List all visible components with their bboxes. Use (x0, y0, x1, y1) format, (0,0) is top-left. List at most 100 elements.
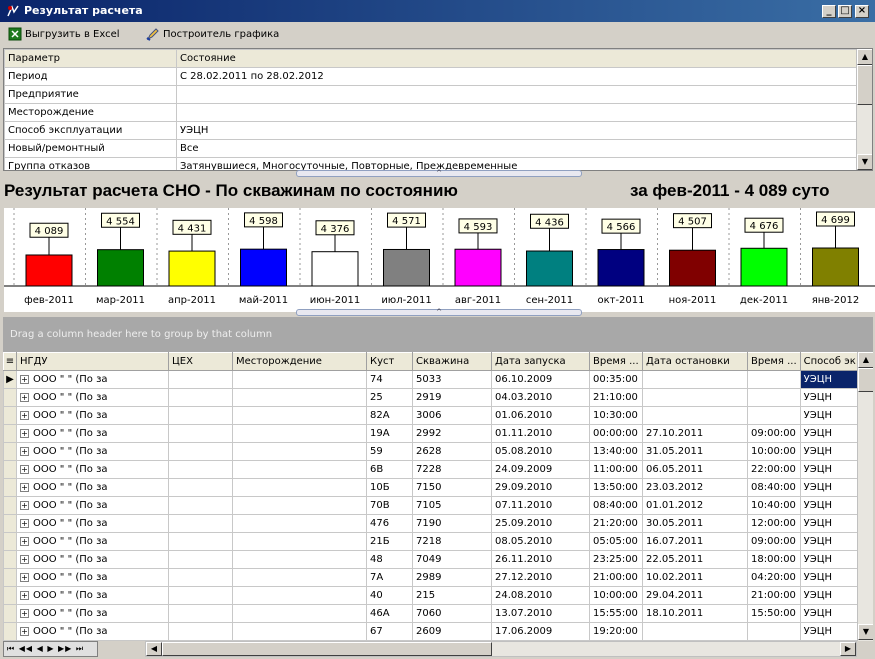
table-row[interactable]: + ООО " " (По за 19А 2992 01.11.2010 00:00:00… (3, 424, 860, 443)
chart-bar[interactable] (454, 248, 502, 287)
row-selector[interactable] (3, 388, 17, 407)
params-row[interactable]: Период С 28.02.2011 по 28.02.2012 (4, 67, 857, 86)
expand-row-icon[interactable]: + (20, 518, 29, 528)
row-selector-header-icon[interactable]: ≡ (3, 352, 17, 371)
grid-cell[interactable]: 07.11.2010 (491, 496, 590, 515)
grid-cell[interactable]: 09:00:00 (747, 532, 801, 551)
grid-cell[interactable] (168, 424, 233, 443)
scroll-right-arrow-icon[interactable]: ▶ (840, 642, 856, 656)
grid-cell[interactable]: 10:40:00 (747, 496, 801, 515)
grid-cell[interactable] (232, 496, 367, 515)
grid-cell[interactable]: 22:00:00 (747, 460, 801, 479)
table-row[interactable]: + ООО " " (По за 6В 7228 24.09.2009 11:00:00 0… (3, 460, 860, 479)
grid-cell[interactable]: 05.08.2010 (491, 442, 590, 461)
col-header[interactable]: Время ... (747, 352, 801, 371)
table-row[interactable]: ▶ + ООО " " (По за 74 5033 06.10.2009 00:35:00… (3, 370, 860, 389)
grid-cell[interactable]: 3006 (412, 406, 492, 425)
grid-cell[interactable]: + ООО " " (По за (16, 568, 169, 587)
table-row[interactable]: + ООО " " (По за 70В 7105 07.11.2010 08:40:00… (3, 496, 860, 515)
grid-cell[interactable]: 7049 (412, 550, 492, 569)
param-value[interactable]: С 28.02.2011 по 28.02.2012 (176, 67, 857, 86)
grid-cell[interactable] (168, 442, 233, 461)
grid-cell[interactable]: 00:35:00 (589, 370, 643, 389)
col-header[interactable]: Куст (366, 352, 413, 371)
grid-cell[interactable]: 01.06.2010 (491, 406, 590, 425)
grid-cell[interactable]: УЭЦН (799, 370, 860, 389)
grid-cell[interactable]: УЭЦН (799, 586, 860, 605)
grid-cell[interactable] (747, 370, 801, 389)
grid-cell[interactable]: + ООО " " (По за (16, 496, 169, 515)
grid-cell[interactable]: 70В (366, 496, 413, 515)
chart-bar[interactable] (669, 249, 716, 287)
table-row[interactable]: + ООО " " (По за 476 7190 25.09.2010 21:20:00… (3, 514, 860, 533)
row-selector[interactable] (3, 568, 17, 587)
chart-bar[interactable] (168, 250, 216, 287)
grid-cell[interactable]: 10:00:00 (589, 586, 643, 605)
grid-cell[interactable]: 23.03.2012 (642, 478, 748, 497)
grid-cell[interactable]: 16.07.2011 (642, 532, 748, 551)
grid-cell[interactable] (232, 568, 367, 587)
grid-cell[interactable]: 08:40:00 (589, 496, 643, 515)
grid-cell[interactable]: + ООО " " (По за (16, 550, 169, 569)
grid-cell[interactable] (168, 604, 233, 623)
table-row[interactable]: + ООО " " (По за 67 2609 17.06.2009 19:20:00 У… (3, 622, 860, 641)
grid-cell[interactable]: 18.10.2011 (642, 604, 748, 623)
grid-cell[interactable]: 476 (366, 514, 413, 533)
grid-cell[interactable] (168, 586, 233, 605)
grid-cell[interactable]: 82А (366, 406, 413, 425)
params-vscroll[interactable]: ▲ ▼ (856, 49, 872, 170)
grid-cell[interactable]: 7А (366, 568, 413, 587)
top-splitter-handle[interactable]: ^ (296, 170, 582, 177)
grid-cell[interactable]: 13.07.2010 (491, 604, 590, 623)
grid-cell[interactable]: 27.12.2010 (491, 568, 590, 587)
grid-cell[interactable]: 18:00:00 (747, 550, 801, 569)
chart-bar[interactable] (740, 247, 788, 287)
grid-cell[interactable] (168, 496, 233, 515)
grid-cell[interactable]: 30.05.2011 (642, 514, 748, 533)
grid-vscroll[interactable]: ▲ ▼ (857, 352, 873, 642)
grid-cell[interactable]: 19:20:00 (589, 622, 643, 641)
grid-cell[interactable]: 04:20:00 (747, 568, 801, 587)
grid-cell[interactable]: 2628 (412, 442, 492, 461)
grid-cell[interactable]: 31.05.2011 (642, 442, 748, 461)
table-row[interactable]: + ООО " " (По за 46А 7060 13.07.2010 15:55:00… (3, 604, 860, 623)
expand-row-icon[interactable]: + (20, 410, 29, 420)
grid-cell[interactable] (232, 388, 367, 407)
grid-hscroll[interactable]: ◀ ▶ (145, 641, 857, 657)
params-header-state[interactable]: Состояние (176, 49, 857, 68)
expand-row-icon[interactable]: + (20, 374, 29, 384)
chart-splitter-handle[interactable]: ^ (296, 309, 582, 316)
grid-cell[interactable]: УЭЦН (799, 442, 860, 461)
grid-cell[interactable]: 25 (366, 388, 413, 407)
grid-cell[interactable]: 7150 (412, 478, 492, 497)
grid-cell[interactable] (168, 370, 233, 389)
chart-builder-button[interactable]: Построитель графика (146, 27, 279, 41)
expand-row-icon[interactable]: + (20, 464, 29, 474)
grid-cell[interactable]: 21:00:00 (589, 568, 643, 587)
grid-cell[interactable]: 2989 (412, 568, 492, 587)
grid-cell[interactable]: 04.03.2010 (491, 388, 590, 407)
scroll-up-arrow-icon[interactable]: ▲ (857, 49, 872, 65)
grid-cell[interactable] (232, 550, 367, 569)
grid-cell[interactable]: УЭЦН (799, 532, 860, 551)
grid-cell[interactable] (232, 406, 367, 425)
grid-cell[interactable]: УЭЦН (799, 388, 860, 407)
table-row[interactable]: + ООО " " (По за 59 2628 05.08.2010 13:40:00 3… (3, 442, 860, 461)
param-value[interactable] (176, 85, 857, 104)
table-row[interactable]: + ООО " " (По за 40 215 24.08.2010 10:00:00 29… (3, 586, 860, 605)
col-header[interactable]: Дата остановки (642, 352, 748, 371)
grid-cell[interactable] (642, 406, 748, 425)
grid-cell[interactable]: + ООО " " (По за (16, 478, 169, 497)
params-row[interactable]: Способ эксплуатации УЭЦН (4, 121, 857, 140)
record-navigator[interactable]: ⏮ ◀◀ ◀ ▶ ▶▶ ⏭ (3, 641, 98, 657)
chart-bar[interactable] (25, 254, 73, 287)
grid-cell[interactable]: + ООО " " (По за (16, 424, 169, 443)
chart-bar[interactable] (383, 248, 430, 287)
grid-cell[interactable] (642, 388, 748, 407)
minimize-button[interactable]: _ (822, 5, 836, 18)
grid-cell[interactable]: + ООО " " (По за (16, 442, 169, 461)
grid-cell[interactable]: УЭЦН (799, 478, 860, 497)
scroll-up-arrow-icon[interactable]: ▲ (858, 352, 873, 368)
expand-row-icon[interactable]: + (20, 446, 29, 456)
grid-cell[interactable]: УЭЦН (799, 406, 860, 425)
